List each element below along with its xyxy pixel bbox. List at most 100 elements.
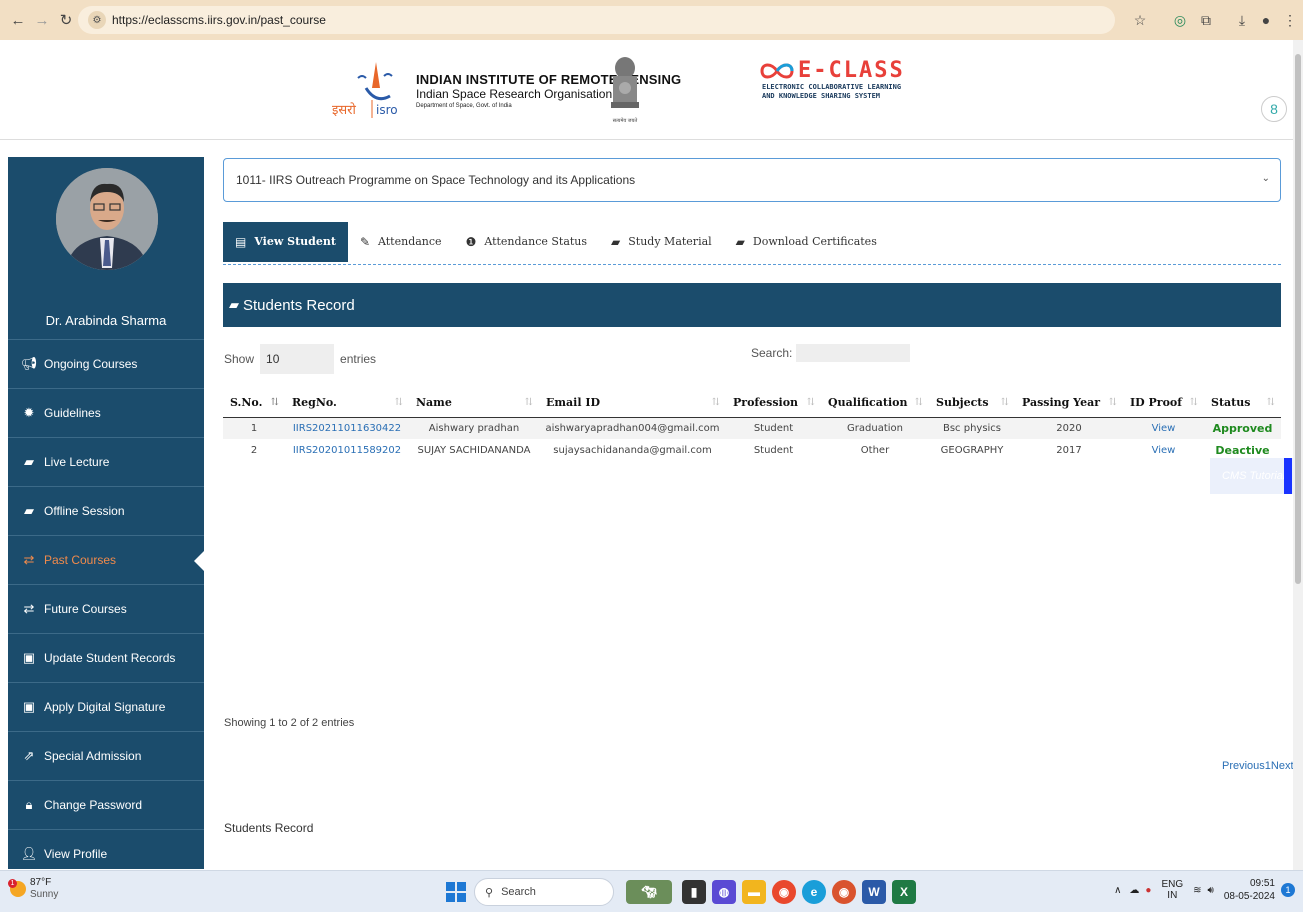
column-header-status[interactable]: Status ⇅ — [1204, 389, 1281, 418]
edge-icon[interactable]: e — [802, 880, 826, 904]
tab-study-material[interactable]: ▰ Study Material — [599, 222, 724, 262]
sidebar-item-future-courses[interactable]: ⇄ Future Courses — [8, 585, 204, 634]
reload-icon[interactable]: ↻ — [54, 8, 78, 32]
download-icon[interactable]: ⤓ — [1232, 10, 1252, 30]
word-icon[interactable]: W — [862, 880, 886, 904]
person-badge-icon: ▣ — [22, 699, 36, 714]
eclass-sub-line1: ELECTRONIC COLLABORATIVE LEARNING — [762, 83, 902, 91]
scrollbar-thumb[interactable] — [1295, 54, 1301, 584]
cell-regno-link[interactable]: IIRS20211011630422 — [285, 417, 409, 439]
tab-attendance-status[interactable]: ❶ Attendance Status — [454, 222, 599, 262]
chevron-up-icon[interactable]: ∧ — [1114, 885, 1121, 896]
column-header-name[interactable]: Name ⇅ — [409, 389, 539, 418]
back-arrow-icon[interactable]: ← — [6, 8, 30, 32]
column-header-sno[interactable]: S.No. ⇅ — [223, 389, 285, 418]
address-bar[interactable]: ⚙ https://eclasscms.iirs.gov.in/past_cou… — [78, 6, 1115, 34]
sidebar-item-guidelines[interactable]: ✹ Guidelines — [8, 389, 204, 438]
excel-icon[interactable]: X — [892, 880, 916, 904]
infinity-logo-icon — [760, 63, 794, 78]
eclass-logo: E-CLASS ELECTRONIC COLLABORATIVE LEARNIN… — [760, 58, 905, 101]
column-header-id-proof[interactable]: ID Proof ⇅ — [1123, 389, 1204, 418]
cloud-icon[interactable]: ☁ — [1129, 885, 1139, 896]
widgets-app-icon[interactable]: 🐄︎ — [626, 880, 672, 904]
chrome-profile-icon[interactable]: ◉ — [832, 880, 856, 904]
cell-qualification: Graduation — [821, 417, 929, 439]
book-icon: ▰ — [24, 503, 34, 518]
shield-extension-icon[interactable]: ◎ — [1170, 10, 1190, 30]
sidebar-item-live-lecture[interactable]: ▰ Live Lecture — [8, 438, 204, 487]
isro-logo-text: इसरो — [332, 102, 356, 118]
notification-badge[interactable]: 1 — [1281, 883, 1295, 897]
mic-alert-icon[interactable]: ● — [1145, 885, 1151, 896]
file-explorer-icon[interactable]: ▬ — [742, 880, 766, 904]
forward-arrow-icon[interactable]: → — [30, 8, 54, 32]
cell-passing-year: 2020 — [1015, 417, 1123, 439]
sort-icon: ⇅ — [524, 397, 533, 408]
sort-icon: ⇅ — [806, 397, 815, 408]
chevron-down-icon: ⌄ — [1261, 173, 1270, 184]
column-header-profession[interactable]: Profession ⇅ — [726, 389, 821, 418]
profile-icon[interactable]: ● — [1256, 10, 1276, 30]
sidebar-item-ongoing-courses[interactable]: 📢︎ Ongoing Courses — [8, 340, 204, 389]
weather-widget[interactable]: 1 87°F Sunny — [8, 877, 58, 901]
cell-profession: Student — [726, 417, 821, 439]
table-info: Showing 1 to 2 of 2 entries — [224, 717, 355, 729]
tab-download-certificates[interactable]: ▰ Download Certificates — [724, 222, 889, 262]
windows-start-icon[interactable] — [446, 882, 466, 902]
sidebar-item-update-student-records[interactable]: ▣ Update Student Records — [8, 634, 204, 683]
sidebar-item-change-password[interactable]: 🔒︎ Change Password — [8, 781, 204, 830]
language-indicator[interactable]: ENG IN — [1161, 879, 1183, 901]
volume-icon[interactable]: 🔊︎ — [1208, 885, 1214, 896]
svg-text:सत्यमेव जयते: सत्यमेव जयते — [613, 117, 638, 124]
avatar — [56, 168, 158, 270]
list-icon: ▤ — [235, 234, 247, 249]
tab-view-student[interactable]: ▤ View Student — [223, 221, 348, 262]
site-header: इसरो isro INDIAN INSTITUTE OF REMOTE SEN… — [0, 40, 1293, 140]
extensions-icon[interactable]: ⧉ — [1196, 10, 1216, 30]
sort-icon: ⇅ — [270, 397, 279, 408]
sort-icon: ⇅ — [1189, 397, 1198, 408]
external-link-icon: ⇗ — [23, 748, 35, 763]
taskbar-search[interactable]: ⚲ Search — [474, 878, 614, 906]
sidebar-item-offline-session[interactable]: ▰ Offline Session — [8, 487, 204, 536]
cell-regno-link[interactable]: IIRS20201011589202 — [285, 439, 409, 461]
course-select[interactable]: 1011- IIRS Outreach Programme on Space T… — [223, 158, 1281, 202]
task-view-icon[interactable]: ▮ — [682, 880, 706, 904]
wifi-icon[interactable]: ≋ — [1193, 885, 1201, 896]
cell-name: Aishwary pradhan — [409, 417, 539, 439]
cell-name: SUJAY SACHIDANANDA — [417, 444, 531, 456]
browser-toolbar: ← → ↻ ⚙ https://eclasscms.iirs.gov.in/pa… — [0, 0, 1303, 40]
person-badge-icon: ▣ — [22, 650, 36, 665]
bookmark-star-icon[interactable]: ☆ — [1130, 10, 1150, 30]
column-header-regno[interactable]: RegNo. ⇅ — [285, 389, 409, 418]
entries-length-select[interactable]: 10 — [260, 344, 335, 374]
id-proof-view-link[interactable]: View — [1123, 417, 1204, 439]
profile-name: Dr. Arabinda Sharma — [45, 313, 167, 328]
sidebar-item-special-admission[interactable]: ⇗ Special Admission — [8, 732, 204, 781]
system-tray: ∧ ☁ ● ENG IN ≋ 🔊︎ 09:51 08-05-2024 1 — [1114, 877, 1295, 903]
pagination[interactable]: Previous1Next — [1222, 760, 1294, 772]
chat-extension-icon[interactable]: 8 — [1261, 96, 1287, 122]
column-header-passing-year[interactable]: Passing Year ⇅ — [1015, 389, 1123, 418]
sidebar-item-past-courses[interactable]: ⇄ Past Courses — [8, 536, 204, 585]
teams-chat-icon[interactable]: ◍ — [712, 880, 736, 904]
column-header-qualification[interactable]: Qualification ⇅ — [821, 389, 929, 418]
tab-attendance[interactable]: ✎ Attendance — [348, 222, 454, 262]
column-header-subjects[interactable]: Subjects ⇅ — [929, 389, 1015, 418]
menu-icon[interactable]: ⋮ — [1280, 10, 1300, 30]
search-input[interactable] — [796, 344, 911, 362]
site-info-icon[interactable]: ⚙ — [88, 11, 106, 29]
page-scrollbar[interactable] — [1293, 40, 1303, 870]
sort-icon: ⇅ — [1000, 397, 1009, 408]
column-header-email[interactable]: Email ID ⇅ — [539, 389, 726, 418]
cms-tutorial-button[interactable]: CMS Tutorial — [1210, 458, 1294, 494]
megaphone-icon: 📢︎ — [20, 356, 38, 371]
sidebar-item-view-profile[interactable]: 👤︎ View Profile — [8, 830, 204, 869]
sidebar-item-apply-digital-signature[interactable]: ▣ Apply Digital Signature — [8, 683, 204, 732]
status-badge: Approved — [1204, 417, 1281, 439]
course-tabs: ▤ View Student ✎ Attendance ❶ Attendance… — [223, 219, 1281, 265]
table-row: 2 IIRS20201011589202 SUJAY SACHIDANANDA … — [223, 439, 1281, 461]
id-proof-view-link[interactable]: View — [1123, 439, 1204, 461]
chrome-icon[interactable]: ◉ — [772, 880, 796, 904]
clock[interactable]: 09:51 08-05-2024 — [1224, 877, 1275, 903]
